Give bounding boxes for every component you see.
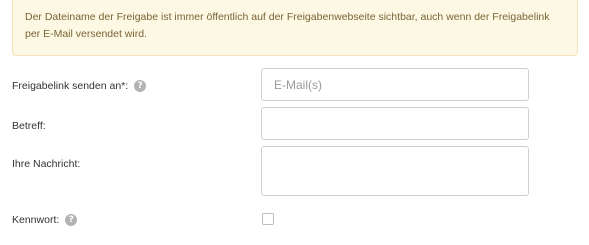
message-textarea[interactable] (261, 146, 529, 196)
password-label-row: Kennwort: ? (12, 214, 78, 226)
info-notice-text: Der Dateiname der Freigabe ist immer öff… (25, 11, 550, 40)
password-checkbox[interactable] (262, 213, 274, 225)
message-label-row: Ihre Nachricht: (12, 158, 80, 170)
password-label: Kennwort: (12, 214, 60, 226)
recipients-email-input[interactable] (261, 68, 529, 101)
recipients-help-icon[interactable]: ? (134, 80, 147, 92)
message-label: Ihre Nachricht: (12, 158, 81, 170)
subject-input[interactable] (261, 107, 529, 140)
info-notice: Der Dateiname der Freigabe ist immer öff… (12, 0, 578, 56)
recipients-label-row: Freigabelink senden an*: ? (12, 80, 147, 92)
subject-label-row: Betreff: (12, 120, 46, 132)
recipients-label: Freigabelink senden an*: (12, 80, 129, 92)
password-help-icon[interactable]: ? (65, 214, 78, 226)
subject-label: Betreff: (12, 120, 46, 132)
